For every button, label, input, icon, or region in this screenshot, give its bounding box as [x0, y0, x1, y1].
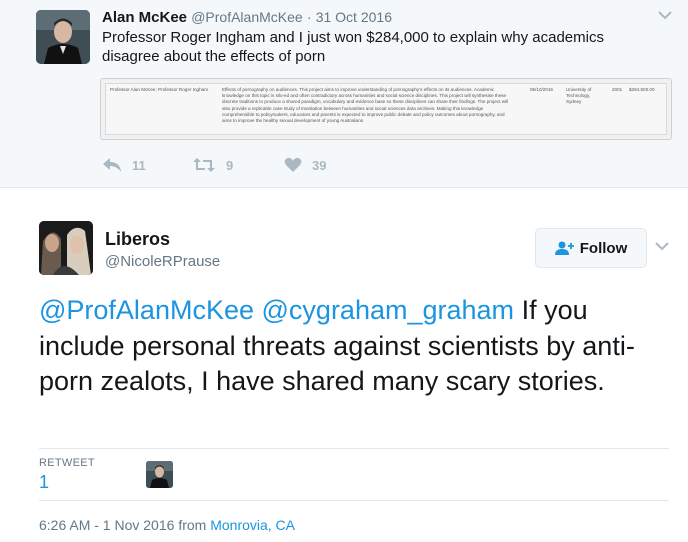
add-user-icon [554, 241, 574, 255]
retweet-stat-count[interactable]: 1 [39, 472, 49, 493]
grant-investigators: Professor Alan McKee; Professor Roger In… [110, 87, 209, 92]
retweet-stat-label: RETWEET [39, 457, 95, 469]
like-button[interactable]: 39 [284, 156, 326, 174]
mention-link[interactable]: @cygraham_graham [262, 295, 515, 325]
author-avatar[interactable] [39, 221, 93, 275]
parent-author-handle[interactable]: @ProfAlanMcKee [191, 9, 302, 25]
follow-label: Follow [579, 239, 628, 257]
avatar-photo [36, 10, 90, 64]
grant-year: 2001 [612, 87, 623, 92]
grant-table-row: Professor Alan McKee; Professor Roger In… [105, 83, 667, 135]
divider [39, 500, 669, 501]
retweet-icon [193, 158, 215, 172]
mention-link[interactable]: @ProfAlanMcKee [39, 295, 254, 325]
author-name[interactable]: Liberos [105, 229, 170, 250]
retweeter-avatar[interactable] [146, 461, 173, 488]
parent-tweet-date[interactable]: 31 Oct 2016 [316, 9, 392, 25]
avatar-photo [146, 461, 173, 488]
location-link[interactable]: Monrovia, CA [210, 517, 295, 533]
chevron-down-icon[interactable] [656, 8, 674, 22]
grant-date: 05/10/2016 [530, 87, 553, 92]
chevron-down-icon[interactable] [654, 240, 670, 252]
header-separator: · [306, 9, 312, 25]
tweet-metadata: 6:26 AM - 1 Nov 2016 from Monrovia, CA [39, 517, 295, 533]
author-handle[interactable]: @NicoleRPrause [105, 253, 220, 270]
avatar-photo [39, 221, 93, 275]
divider [39, 448, 669, 449]
grant-organisation: University of Technology, Sydney [566, 87, 592, 105]
retweet-count: 9 [226, 157, 234, 173]
parent-tweet-header: Alan McKee @ProfAlanMcKee · 31 Oct 2016 [102, 9, 392, 26]
reply-button[interactable]: 11 [102, 156, 146, 174]
parent-author-avatar[interactable] [36, 10, 90, 64]
tweet-text: @ProfAlanMcKee @cygraham_graham If you i… [39, 293, 679, 400]
parent-tweet[interactable]: Alan McKee @ProfAlanMcKee · 31 Oct 2016 … [0, 0, 688, 188]
parent-tweet-text: Professor Roger Ingham and I just won $2… [102, 29, 604, 65]
tweet-timestamp[interactable]: 6:26 AM - 1 Nov 2016 [39, 517, 174, 533]
grant-document-image[interactable]: Professor Alan McKee; Professor Roger In… [100, 78, 672, 140]
parent-author-name[interactable]: Alan McKee [102, 9, 187, 26]
like-count: 39 [312, 157, 327, 173]
grant-amount: $284,500.00 [629, 87, 655, 92]
from-label: from [178, 517, 207, 533]
heart-icon [284, 157, 302, 172]
follow-button[interactable]: Follow [535, 228, 647, 268]
grant-summary: Effects of pornography on audiences. Thi… [222, 87, 509, 124]
reply-count: 11 [132, 157, 146, 173]
retweet-button[interactable]: 9 [192, 156, 233, 174]
reply-icon [103, 158, 121, 172]
